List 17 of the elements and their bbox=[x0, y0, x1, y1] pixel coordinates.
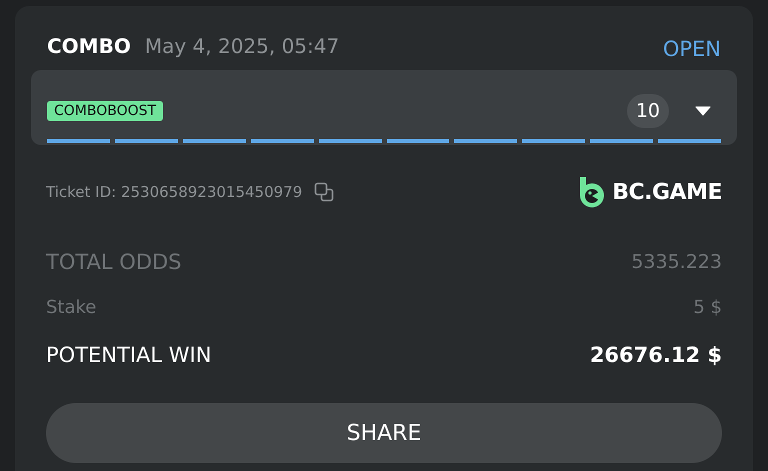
summary-value: 26676.12 $ bbox=[590, 343, 722, 367]
bet-status: OPEN bbox=[662, 37, 721, 61]
bet-date: May 4, 2025, 05:47 bbox=[144, 34, 340, 58]
summary-label: Stake bbox=[46, 296, 96, 318]
combo-boost-panel[interactable]: COMBOBOOST 10 bbox=[31, 70, 737, 145]
summary-value: 5 $ bbox=[693, 296, 722, 318]
brand-name: BC.GAME bbox=[612, 180, 722, 204]
copy-icon[interactable] bbox=[314, 182, 334, 202]
ticket-id: Ticket ID: 2530658923015450979 bbox=[46, 183, 302, 201]
bet-type: COMBO bbox=[47, 34, 131, 58]
combo-boost-badge: COMBOBOOST bbox=[47, 101, 164, 121]
summary-label: TOTAL ODDS bbox=[46, 250, 182, 274]
summary-label: POTENTIAL WIN bbox=[46, 343, 212, 367]
summary-value: 5335.223 bbox=[631, 251, 722, 273]
selection-count: 10 bbox=[626, 94, 669, 128]
share-button[interactable]: SHARE bbox=[46, 403, 722, 463]
caret-icon[interactable] bbox=[695, 106, 711, 116]
